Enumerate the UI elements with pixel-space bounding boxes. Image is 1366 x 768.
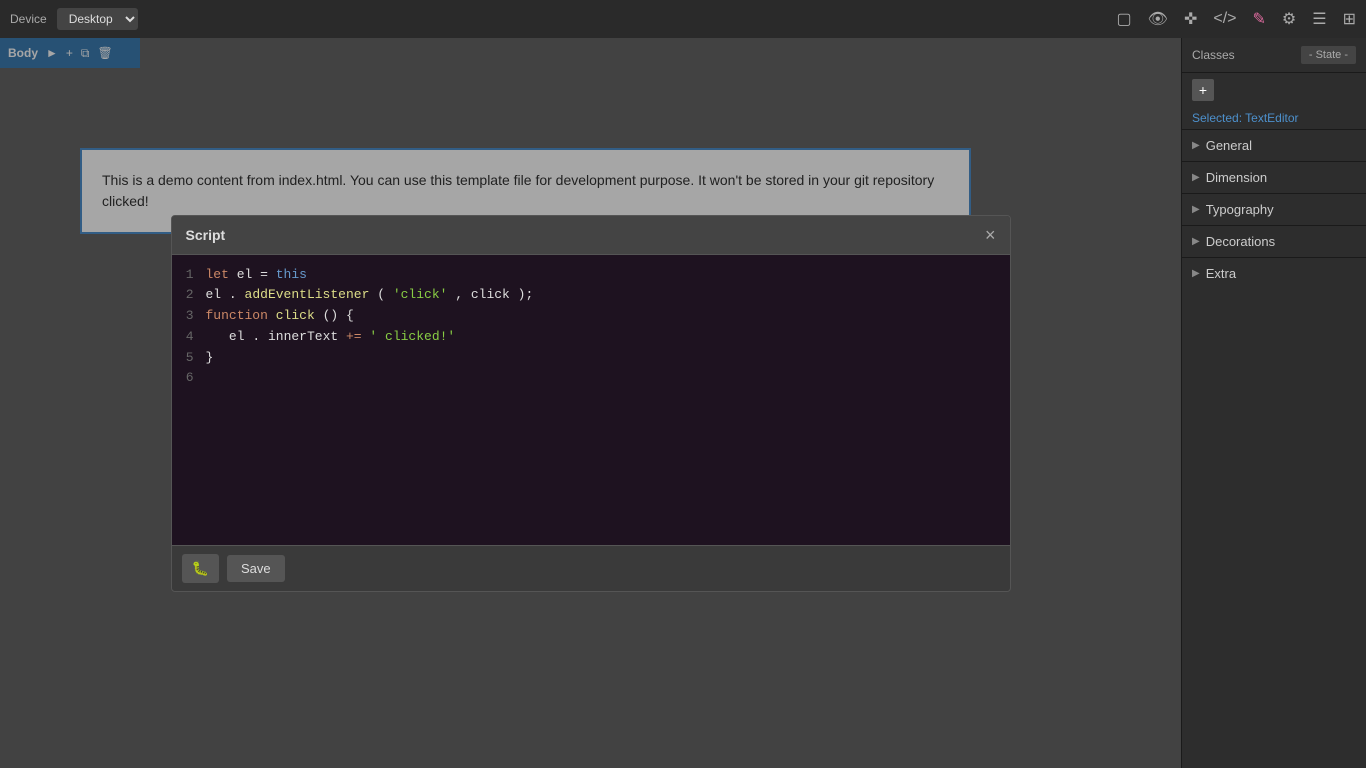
selected-label: Selected: bbox=[1192, 111, 1242, 125]
script-modal: Script × 1 let el = bbox=[171, 215, 1011, 592]
chevron-decorations-icon: ▶ bbox=[1192, 236, 1200, 247]
code-editor[interactable]: 1 let el = this 2 bbox=[172, 255, 1010, 545]
expand-icon[interactable]: ✜ bbox=[1184, 9, 1197, 29]
section-dimension-label: Dimension bbox=[1206, 170, 1267, 185]
code-line-5: 5 } bbox=[180, 348, 1002, 369]
modal-overlay: Script × 1 let el = bbox=[0, 38, 1181, 768]
selected-value: TextEditor bbox=[1245, 111, 1298, 125]
section-dimension[interactable]: ▶ Dimension bbox=[1182, 161, 1366, 193]
debug-icon: 🐛 bbox=[192, 560, 209, 576]
eye-icon[interactable]: 👁 bbox=[1148, 9, 1168, 29]
rectangle-icon[interactable]: ▢ bbox=[1117, 9, 1132, 29]
add-class-button[interactable]: + bbox=[1192, 79, 1214, 101]
debug-button[interactable]: 🐛 bbox=[182, 554, 219, 583]
state-button[interactable]: - State - bbox=[1301, 46, 1356, 64]
chevron-general-icon: ▶ bbox=[1192, 140, 1200, 151]
code-line-6: 6 bbox=[180, 368, 1002, 389]
classes-label: Classes bbox=[1192, 48, 1235, 62]
code-icon[interactable]: </> bbox=[1213, 10, 1236, 28]
device-select[interactable]: Desktop Tablet Mobile bbox=[57, 8, 138, 30]
settings-icon[interactable]: ⚙ bbox=[1282, 9, 1296, 29]
toolbar-icons: ▢ 👁 ✜ </> ✎ ⚙ ☰ ⊞ bbox=[1117, 9, 1356, 29]
modal-title: Script bbox=[186, 227, 226, 243]
section-typography-label: Typography bbox=[1206, 202, 1274, 217]
section-general[interactable]: ▶ General bbox=[1182, 129, 1366, 161]
chevron-dimension-icon: ▶ bbox=[1192, 172, 1200, 183]
modal-close-button[interactable]: × bbox=[985, 226, 996, 244]
modal-body: 1 let el = this 2 bbox=[172, 255, 1010, 545]
brush-icon[interactable]: ✎ bbox=[1253, 9, 1266, 29]
code-line-3: 3 function click () { bbox=[180, 306, 1002, 327]
top-toolbar: Device Desktop Tablet Mobile ▢ 👁 ✜ </> ✎… bbox=[0, 0, 1366, 38]
code-line-2: 2 el . addEventListener ( 'click' , clic… bbox=[180, 285, 1002, 306]
code-line-1: 1 let el = this bbox=[180, 265, 1002, 286]
chevron-typography-icon: ▶ bbox=[1192, 204, 1200, 215]
section-extra-label: Extra bbox=[1206, 266, 1236, 281]
chevron-extra-icon: ▶ bbox=[1192, 268, 1200, 279]
section-extra[interactable]: ▶ Extra bbox=[1182, 257, 1366, 289]
right-panel: Classes - State - + Selected: TextEditor… bbox=[1181, 38, 1366, 768]
save-button[interactable]: Save bbox=[227, 555, 285, 582]
section-decorations[interactable]: ▶ Decorations bbox=[1182, 225, 1366, 257]
menu-icon[interactable]: ☰ bbox=[1312, 9, 1326, 29]
section-general-label: General bbox=[1206, 138, 1252, 153]
grid-icon[interactable]: ⊞ bbox=[1343, 9, 1356, 29]
selected-display: Selected: TextEditor bbox=[1182, 107, 1366, 129]
main-layout: Body ► + ⧉ 🗑 This is a demo content from… bbox=[0, 38, 1366, 768]
code-line-4: 4 el . innerText += ' clicked!' bbox=[180, 327, 1002, 348]
device-label: Device bbox=[10, 12, 47, 26]
canvas-area: Body ► + ⧉ 🗑 This is a demo content from… bbox=[0, 38, 1181, 768]
modal-header: Script × bbox=[172, 216, 1010, 255]
section-typography[interactable]: ▶ Typography bbox=[1182, 193, 1366, 225]
modal-footer: 🐛 Save bbox=[172, 545, 1010, 591]
section-decorations-label: Decorations bbox=[1206, 234, 1275, 249]
panel-header: Classes - State - bbox=[1182, 38, 1366, 73]
